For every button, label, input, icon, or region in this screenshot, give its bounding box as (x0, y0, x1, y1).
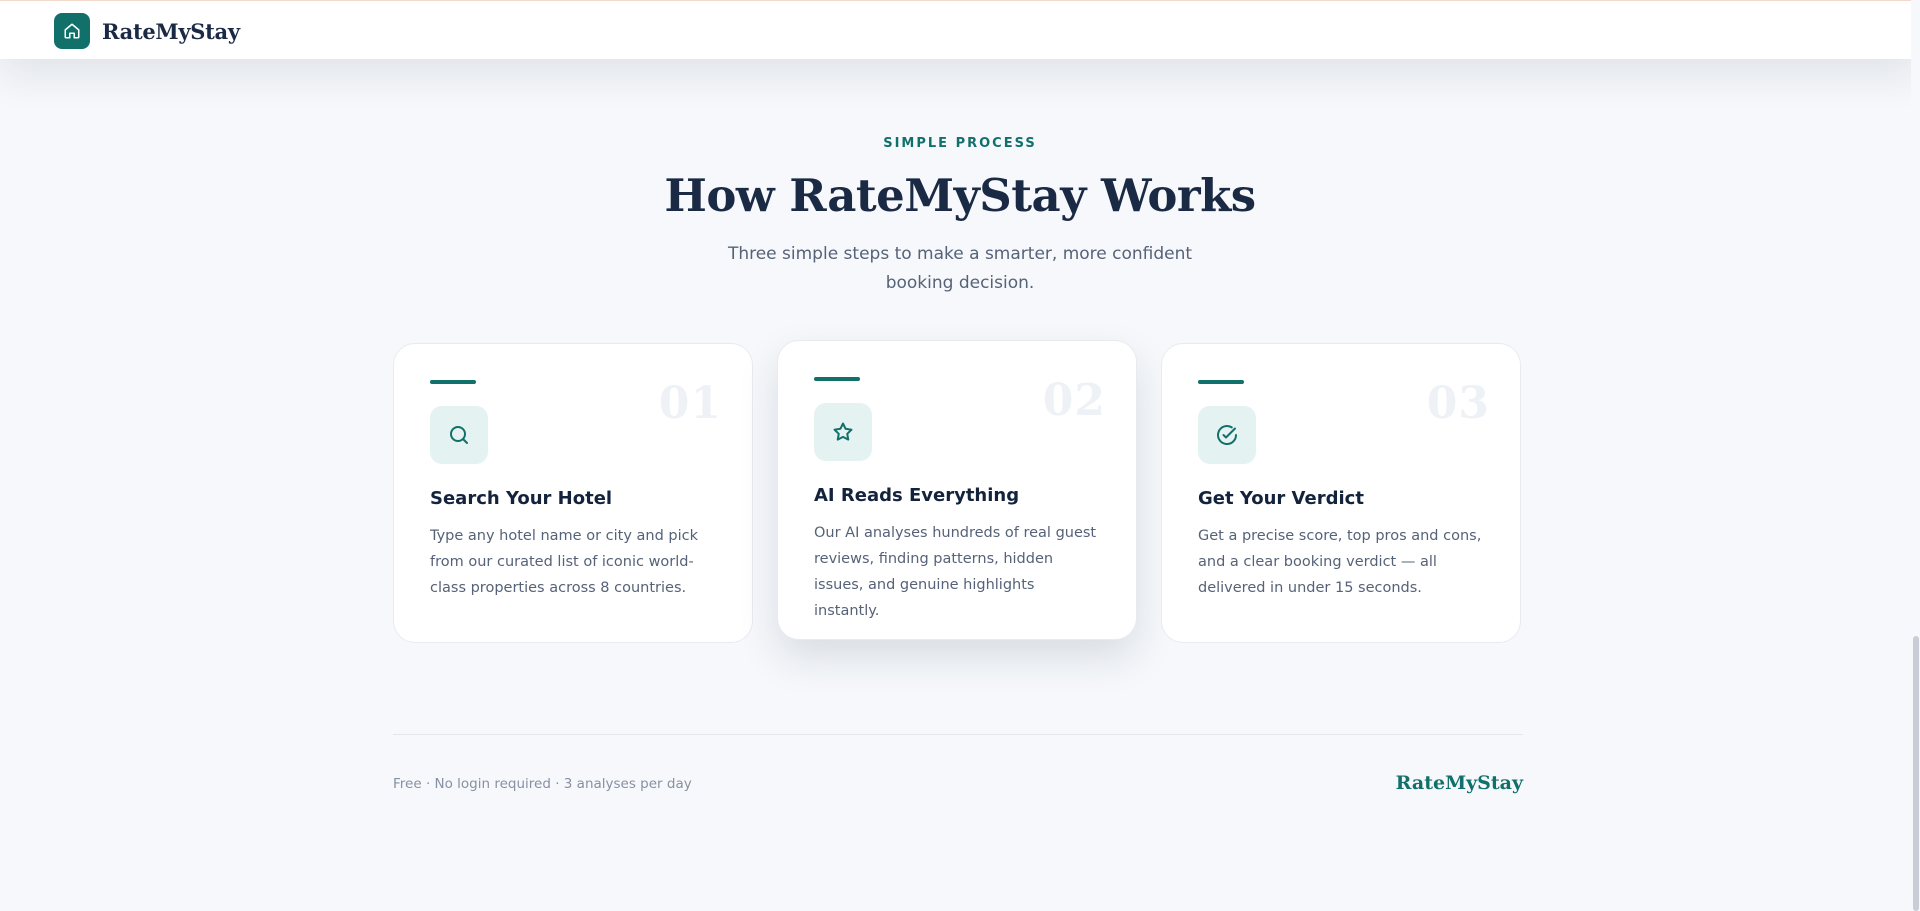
brand-name: RateMyStay (102, 18, 240, 44)
check-circle-icon (1198, 406, 1256, 464)
step-title: AI Reads Everything (814, 485, 1020, 506)
footer-brand-link[interactable]: RateMyStay (1396, 772, 1523, 794)
step-description: Type any hotel name or city and pick fro… (430, 528, 699, 596)
section-subtitle: Three simple steps to make a smarter, mo… (727, 244, 1193, 293)
card-accent-bar (430, 380, 476, 384)
scrollbar-thumb[interactable] (1913, 636, 1919, 911)
section-eyebrow: SIMPLE PROCESS (883, 136, 1037, 151)
step-number: 03 (1426, 378, 1490, 429)
search-icon (430, 406, 488, 464)
step-card-ai: 02 AI Reads Everything Our AI analyses h… (777, 340, 1137, 640)
top-navbar: RateMyStay (0, 0, 1920, 59)
section-title: How RateMyStay Works (664, 169, 1256, 222)
card-accent-bar (814, 377, 860, 381)
footer-note: Free · No login required · 3 analyses pe… (393, 776, 692, 792)
step-title: Search Your Hotel (430, 488, 613, 509)
step-card-search: 01 Search Your Hotel Type any hotel name… (393, 343, 753, 643)
card-accent-bar (1198, 380, 1244, 384)
page-scrollbar[interactable] (1911, 0, 1920, 911)
footer-divider (393, 734, 1523, 735)
step-description: Get a precise score, top pros and cons, … (1198, 528, 1482, 596)
step-title: Get Your Verdict (1198, 488, 1364, 509)
step-number: 02 (1042, 375, 1106, 426)
how-it-works-header: SIMPLE PROCESS How RateMyStay Works Thre… (0, 136, 1920, 298)
step-number: 01 (658, 378, 722, 429)
step-card-verdict: 03 Get Your Verdict Get a precise score,… (1161, 343, 1521, 643)
home-icon (54, 13, 90, 49)
step-description: Our AI analyses hundreds of real guest r… (814, 525, 1097, 619)
star-icon (814, 403, 872, 461)
brand-link[interactable]: RateMyStay (54, 13, 240, 49)
